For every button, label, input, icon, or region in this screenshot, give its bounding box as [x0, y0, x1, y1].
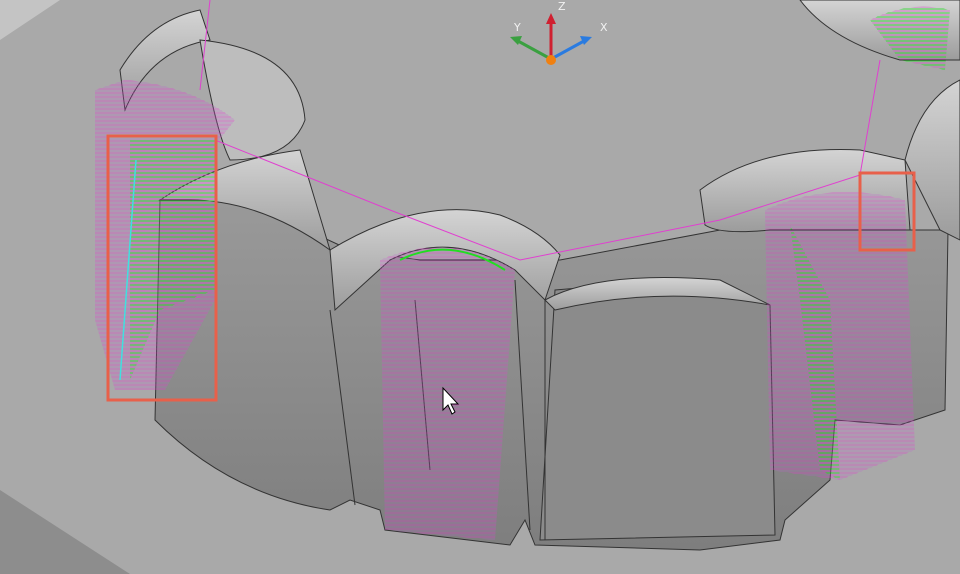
y-label: Y — [513, 21, 521, 34]
x-label: X — [600, 21, 608, 34]
origin-icon — [546, 55, 556, 65]
z-label: Z — [558, 0, 566, 13]
3d-viewport[interactable]: Z Y X — [0, 0, 960, 574]
